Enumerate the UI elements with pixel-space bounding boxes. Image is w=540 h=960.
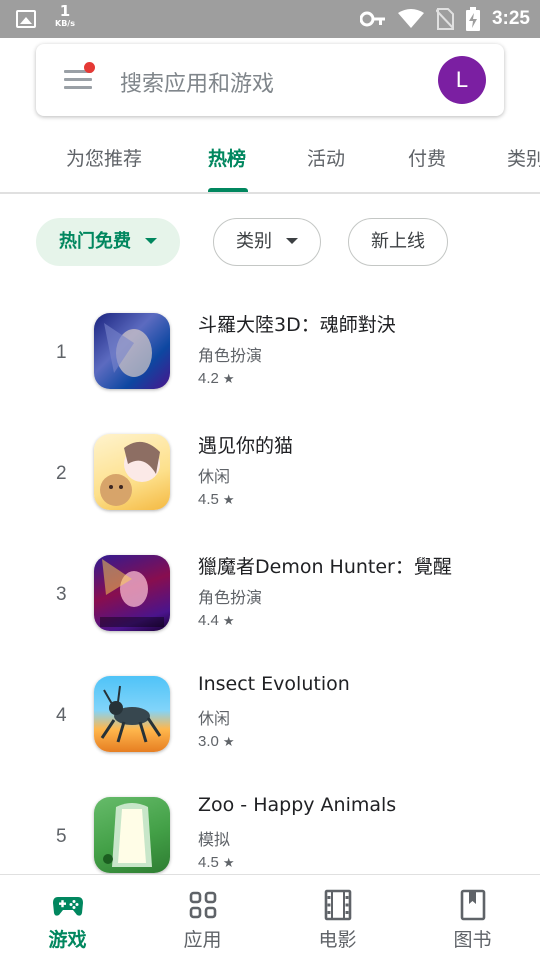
rating-value: 4.5 — [198, 491, 219, 508]
app-rating: 4.2 ★ — [198, 370, 235, 387]
chip-label: 类别 — [236, 231, 272, 252]
app-name: Insect Evolution — [198, 673, 350, 695]
app-icon — [94, 797, 170, 873]
avatar[interactable]: L — [438, 56, 486, 104]
nav-label: 图书 — [453, 929, 492, 951]
list-item[interactable]: 2 遇见你的猫 休闲 4.5 ★ — [0, 427, 540, 527]
nav-label: 游戏 — [48, 929, 87, 951]
chip-label: 新上线 — [371, 231, 425, 252]
app-name: 遇见你的猫 — [198, 435, 294, 457]
chip-category[interactable]: 类别 — [213, 218, 321, 266]
nav-books[interactable]: 图书 — [405, 875, 540, 960]
star-icon: ★ — [222, 855, 235, 870]
nav-label: 电影 — [318, 929, 357, 951]
app-rating: 4.5 ★ — [198, 854, 235, 871]
image-icon — [16, 10, 36, 28]
nav-movies[interactable]: 电影 — [270, 875, 405, 960]
chip-label: 热门免费 — [59, 231, 131, 252]
tab-events[interactable]: 活动 — [307, 144, 345, 171]
film-icon — [324, 889, 352, 921]
app-rank: 1 — [56, 342, 67, 363]
nav-games[interactable]: 游戏 — [0, 875, 135, 960]
app-icon — [94, 434, 170, 510]
notification-dot — [84, 62, 95, 73]
clock: 3:25 — [491, 8, 530, 29]
app-rank: 5 — [56, 826, 67, 847]
star-icon: ★ — [222, 734, 235, 749]
book-icon — [460, 889, 486, 921]
tab-top-charts[interactable]: 热榜 — [208, 144, 246, 171]
app-category: 模拟 — [198, 830, 231, 849]
app-category: 角色扮演 — [198, 588, 263, 607]
app-name: Zoo - Happy Animals — [198, 794, 397, 816]
app-category: 角色扮演 — [198, 346, 263, 365]
search-input[interactable]: 搜索应用和游戏 — [120, 66, 274, 98]
gamepad-icon — [53, 897, 83, 916]
list-item[interactable]: 1 斗羅大陸3D：魂師對決 角色扮演 4.2 ★ — [0, 306, 540, 406]
chip-top-free[interactable]: 热门免费 — [36, 218, 180, 266]
tab-paid[interactable]: 付费 — [408, 144, 446, 171]
app-rating: 4.5 ★ — [198, 491, 235, 508]
tab-indicator — [208, 188, 248, 192]
star-icon: ★ — [222, 492, 235, 507]
search-bar[interactable]: 搜索应用和游戏 L — [36, 44, 504, 116]
network-speed-unit: KB/s — [55, 19, 75, 28]
app-rank: 2 — [56, 463, 67, 484]
rating-value: 4.5 — [198, 854, 219, 871]
app-category: 休闲 — [198, 709, 231, 728]
chevron-down-icon — [145, 237, 157, 244]
app-icon — [94, 313, 170, 389]
rating-value: 4.4 — [198, 612, 219, 629]
app-rating: 4.4 ★ — [198, 612, 235, 629]
menu-icon[interactable] — [64, 70, 92, 90]
network-speed-value: 1 — [59, 2, 71, 20]
app-rank: 4 — [56, 705, 67, 726]
app-name: 斗羅大陸3D：魂師對決 — [198, 314, 396, 336]
star-icon: ★ — [222, 613, 235, 628]
battery-charging-icon — [465, 7, 480, 31]
rating-value: 3.0 — [198, 733, 219, 750]
wifi-icon — [397, 9, 424, 28]
app-icon — [94, 676, 170, 752]
key-icon — [359, 11, 385, 27]
app-rating: 3.0 ★ — [198, 733, 235, 750]
app-rank: 3 — [56, 584, 67, 605]
status-bar: 1 KB/s 3:25 — [0, 0, 540, 38]
tab-recommended[interactable]: 为您推荐 — [66, 144, 142, 171]
nav-apps[interactable]: 应用 — [135, 875, 270, 960]
app-icon — [94, 555, 170, 631]
no-sim-icon — [435, 8, 454, 30]
chevron-down-icon — [286, 237, 298, 244]
chip-new-releases[interactable]: 新上线 — [348, 218, 448, 266]
nav-label: 应用 — [183, 929, 222, 951]
bottom-navigation: 游戏 应用 电影 图书 — [0, 874, 540, 960]
app-name: 獵魔者Demon Hunter：覺醒 — [198, 556, 452, 578]
list-item[interactable]: 4 Insect Evolution 休闲 3.0 ★ — [0, 669, 540, 769]
list-item[interactable]: 3 獵魔者Demon Hunter：覺醒 角色扮演 4.4 ★ — [0, 548, 540, 648]
app-category: 休闲 — [198, 467, 231, 486]
tab-categories[interactable]: 类别 — [507, 144, 540, 171]
network-speed: 1 KB/s — [48, 4, 82, 28]
apps-grid-icon — [189, 891, 217, 919]
category-tabs: 为您推荐 热榜 活动 付费 类别 — [0, 126, 540, 194]
star-icon: ★ — [222, 371, 235, 386]
rating-value: 4.2 — [198, 370, 219, 387]
